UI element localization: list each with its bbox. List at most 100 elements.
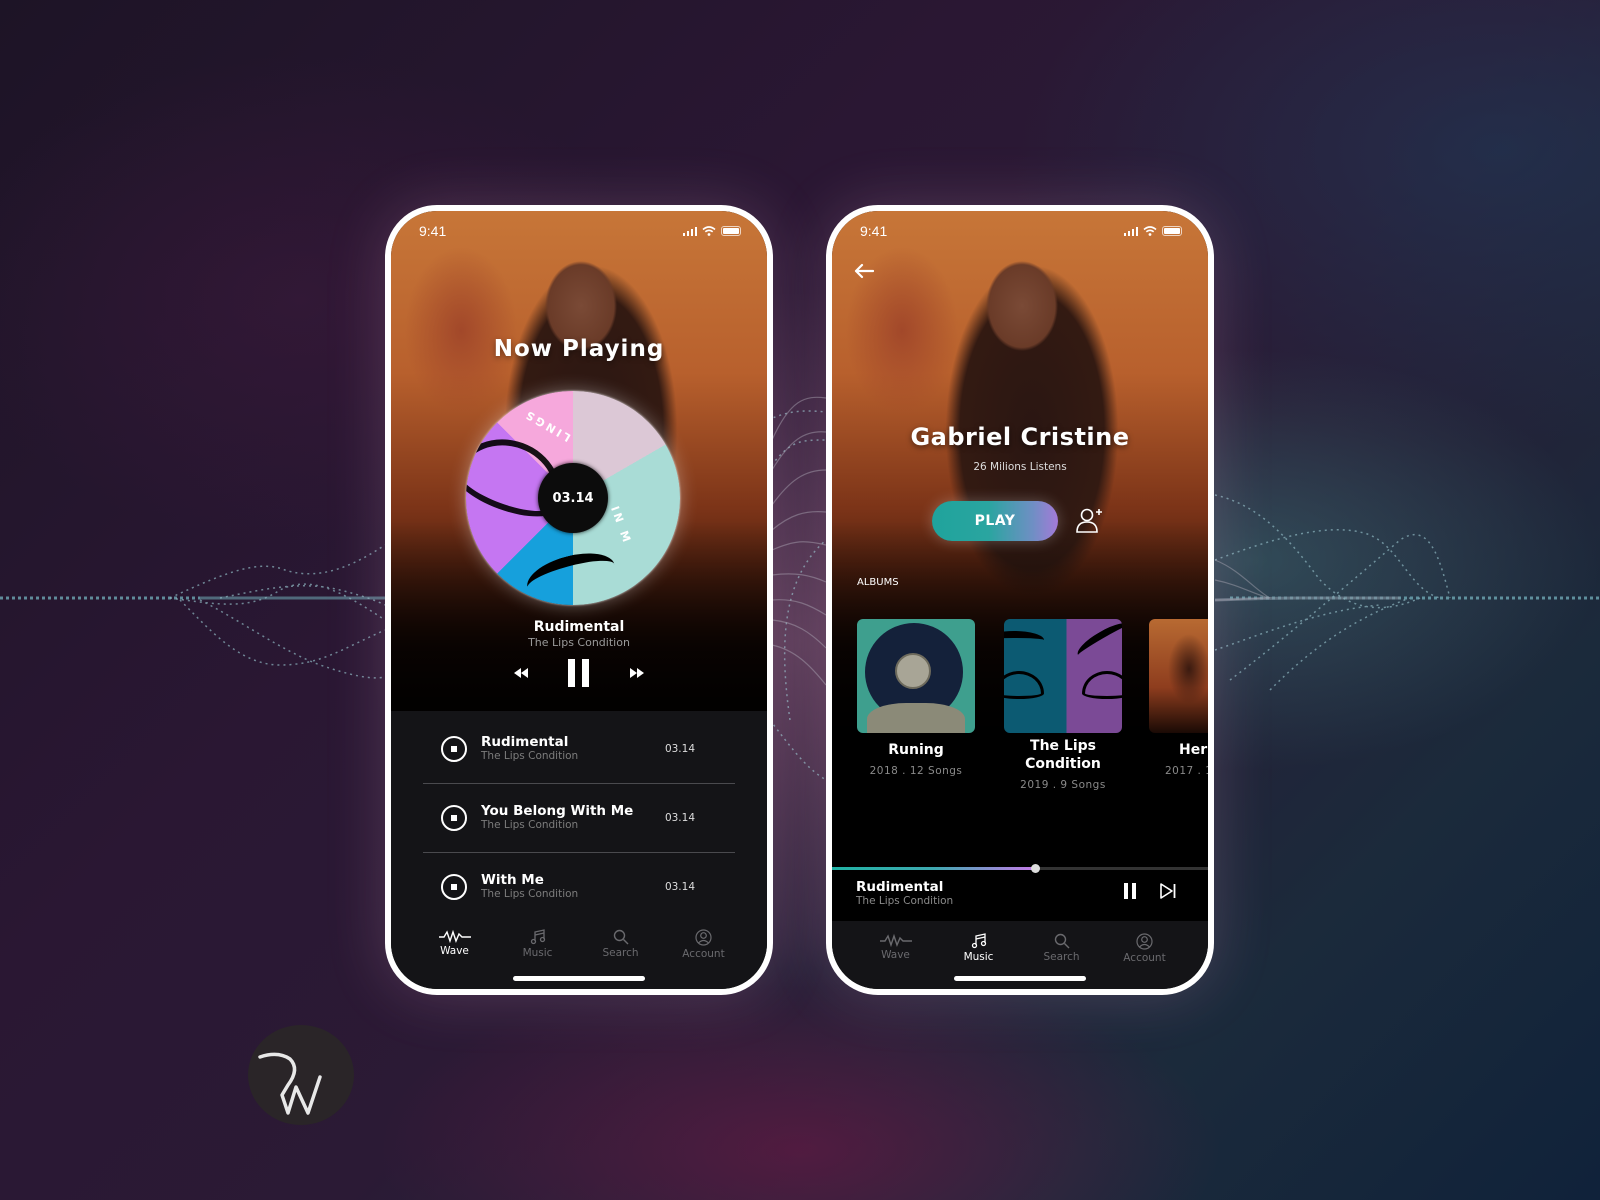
music-note-icon xyxy=(971,933,986,949)
pause-icon xyxy=(1124,883,1136,899)
account-icon xyxy=(695,929,712,946)
tab-label: Search xyxy=(602,947,639,959)
disc-time: 03.14 xyxy=(552,490,594,506)
mini-player-artist: The Lips Condition xyxy=(856,895,954,907)
artist-name: Gabriel Cristine xyxy=(910,423,1130,451)
tab-music[interactable]: Music xyxy=(944,933,1014,963)
mini-pause-button[interactable] xyxy=(1124,883,1136,903)
battery-icon xyxy=(1162,226,1182,236)
signal-icon xyxy=(1123,226,1138,236)
album-meta: 2017 . 1 xyxy=(1165,765,1213,777)
tab-label: Music xyxy=(963,951,994,963)
now-playing-track-artist: The Lips Condition xyxy=(528,636,630,649)
album-card[interactable]: Her 2017 . 1 xyxy=(1149,619,1213,777)
track-title: With Me xyxy=(481,872,544,888)
play-button[interactable]: PLAY xyxy=(932,501,1058,541)
phone-artist: 9:41 Gabriel Cristine 26 Milions Listens… xyxy=(826,205,1214,995)
stop-icon xyxy=(441,874,467,900)
search-icon xyxy=(613,929,628,945)
tab-music[interactable]: Music xyxy=(503,929,573,959)
tab-label: Search xyxy=(1043,951,1080,963)
tab-label: Wave xyxy=(881,949,910,961)
status-bar: 9:41 xyxy=(860,221,1182,241)
brand-logo xyxy=(248,1025,354,1125)
tab-wave[interactable]: Wave xyxy=(861,933,931,961)
wifi-icon xyxy=(702,226,716,236)
track-list: Rudimental The Lips Condition 03.14 You … xyxy=(391,711,767,989)
progress-handle[interactable] xyxy=(1031,864,1041,873)
battery-icon xyxy=(721,226,741,236)
tab-account[interactable]: Account xyxy=(669,929,739,960)
now-playing-track-title: Rudimental xyxy=(533,619,625,635)
mini-player-title: Rudimental xyxy=(856,879,944,895)
albums-section-label: ALBUMS xyxy=(857,577,899,588)
follow-artist-button[interactable] xyxy=(1076,507,1104,537)
mini-player[interactable]: Rudimental The Lips Condition xyxy=(832,864,1208,921)
pause-icon xyxy=(568,659,589,687)
album-disc[interactable]: LINGS IN M 03.14 xyxy=(466,391,680,605)
home-indicator[interactable] xyxy=(513,976,645,981)
arrow-left-icon xyxy=(854,263,875,279)
album-cover xyxy=(857,619,975,733)
tab-account[interactable]: Account xyxy=(1110,933,1180,964)
disc-text-top: LINGS xyxy=(521,406,574,445)
search-icon xyxy=(1054,933,1069,949)
track-row[interactable]: You Belong With Me The Lips Condition 03… xyxy=(423,784,735,852)
wave-icon xyxy=(438,929,471,943)
track-title: Rudimental xyxy=(481,734,569,750)
next-track-button[interactable] xyxy=(1160,883,1176,903)
stop-icon xyxy=(441,736,467,762)
tab-label: Account xyxy=(682,948,725,960)
tab-search[interactable]: Search xyxy=(586,929,656,959)
music-note-icon xyxy=(530,929,545,945)
tab-wave[interactable]: Wave xyxy=(420,929,490,957)
track-duration: 03.14 xyxy=(664,743,695,755)
album-meta: 2019 . 9 Songs xyxy=(1020,779,1106,791)
album-card[interactable]: The Lips Condition 2019 . 9 Songs xyxy=(1004,619,1122,791)
album-cover xyxy=(1149,619,1208,733)
listens-count: 26 Milions Listens xyxy=(973,461,1067,473)
track-artist: The Lips Condition xyxy=(481,750,579,762)
progress-fill xyxy=(832,867,1036,870)
progress-bar[interactable] xyxy=(832,864,1208,873)
rewind-icon xyxy=(514,668,528,678)
disc-artwork-lash xyxy=(522,545,620,605)
disc-center: 03.14 xyxy=(538,463,608,533)
track-artist: The Lips Condition xyxy=(481,819,579,831)
signal-icon xyxy=(682,226,697,236)
playback-controls xyxy=(391,659,767,687)
phone-now-playing: 9:41 Now Playing LINGS IN M 03.14 Rudime… xyxy=(385,205,773,995)
track-title: You Belong With Me xyxy=(481,803,634,819)
tab-label: Wave xyxy=(440,945,469,957)
home-indicator[interactable] xyxy=(954,976,1086,981)
skip-next-icon xyxy=(1160,883,1176,899)
status-time: 9:41 xyxy=(860,223,888,239)
album-cover xyxy=(1004,619,1122,733)
album-title: Her xyxy=(1179,742,1208,758)
status-bar: 9:41 xyxy=(419,221,741,241)
tab-label: Music xyxy=(522,947,553,959)
track-duration: 03.14 xyxy=(664,812,695,824)
rw-logo-icon xyxy=(258,1052,322,1115)
waveform-decoration xyxy=(0,396,1600,781)
album-meta: 2018 . 12 Songs xyxy=(869,765,963,777)
add-user-icon xyxy=(1076,508,1102,533)
tab-label: Account xyxy=(1123,952,1166,964)
track-row[interactable]: Rudimental The Lips Condition 03.14 xyxy=(423,715,735,783)
album-card[interactable]: Runing 2018 . 12 Songs xyxy=(857,619,975,777)
page-title: Now Playing xyxy=(493,336,665,362)
tab-search[interactable]: Search xyxy=(1027,933,1097,963)
track-duration: 03.14 xyxy=(664,881,695,893)
back-button[interactable] xyxy=(854,263,875,283)
stop-icon xyxy=(441,805,467,831)
pause-button[interactable] xyxy=(568,659,590,687)
track-artist: The Lips Condition xyxy=(481,888,579,900)
fast-forward-button[interactable] xyxy=(630,668,644,678)
status-time: 9:41 xyxy=(419,223,447,239)
wave-icon xyxy=(879,933,912,947)
wifi-icon xyxy=(1143,226,1157,236)
rewind-button[interactable] xyxy=(514,668,528,678)
fast-forward-icon xyxy=(630,668,644,678)
track-row[interactable]: With Me The Lips Condition 03.14 xyxy=(423,853,735,921)
disc-text-right: IN M xyxy=(608,504,635,547)
